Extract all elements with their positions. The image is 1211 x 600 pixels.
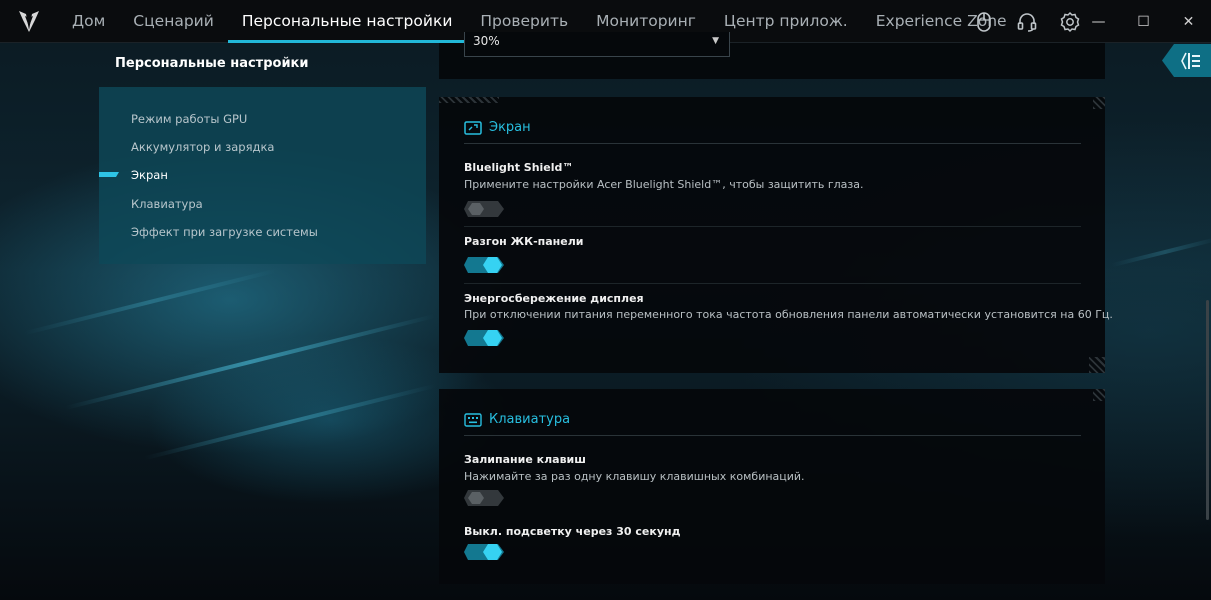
window-controls: — ☐ ✕ [1076, 0, 1211, 43]
decor-corner [1089, 357, 1105, 373]
sidebar-item-boot-effect[interactable]: Эффект при загрузке системы [131, 225, 318, 239]
sticky-keys-toggle[interactable] [464, 490, 504, 506]
lcd-overdrive-title: Разгон ЖК-панели [464, 235, 584, 248]
display-power-saving-toggle[interactable] [464, 330, 504, 346]
sidebar-item-gpu-mode[interactable]: Режим работы GPU [131, 112, 247, 126]
sidebar-menu: Режим работы GPU Аккумулятор и зарядка Э… [99, 87, 426, 264]
tab-app-center[interactable]: Центр прилож. [710, 0, 862, 43]
chevron-down-icon: ▼ [712, 36, 719, 46]
headset-icon[interactable] [1005, 0, 1048, 43]
sidebar-item-battery[interactable]: Аккумулятор и зарядка [131, 140, 274, 154]
sidebar-item-display[interactable]: Экран [131, 168, 168, 182]
sidebar-item-keyboard[interactable]: Клавиатура [131, 197, 203, 211]
predator-logo-icon [0, 0, 58, 43]
active-item-marker [99, 172, 119, 177]
scrollbar[interactable] [1206, 300, 1209, 520]
lcd-overdrive-toggle[interactable] [464, 257, 504, 273]
close-button[interactable]: ✕ [1166, 0, 1211, 43]
sticky-keys-title: Залипание клавиш [464, 453, 586, 466]
top-icons [962, 0, 1091, 43]
decor-hatch [1093, 97, 1105, 109]
row-divider [464, 226, 1081, 227]
maximize-button[interactable]: ☐ [1121, 0, 1166, 43]
keyboard-section-title: Клавиатура [489, 412, 571, 427]
section-divider [464, 143, 1081, 144]
bluelight-shield-toggle[interactable] [464, 201, 504, 217]
display-power-saving-title: Энергосбережение дисплея [464, 292, 644, 305]
tab-personal-settings[interactable]: Персональные настройки [227, 0, 467, 43]
section-divider [464, 435, 1081, 436]
percent-select[interactable]: 30% ▼ [464, 32, 730, 57]
percent-select-value: 30% [473, 34, 500, 48]
display-icon [464, 121, 482, 135]
bluelight-shield-title: Bluelight Shield™ [464, 161, 574, 174]
keyboard-section: Клавиатура Залипание клавиш Нажимайте за… [439, 389, 1105, 584]
bluelight-shield-desc: Примените настройки Acer Bluelight Shiel… [464, 178, 864, 191]
tab-home[interactable]: Дом [58, 0, 119, 43]
tab-scenario[interactable]: Сценарий [119, 0, 228, 43]
mouse-icon[interactable] [962, 0, 1005, 43]
sticky-keys-desc: Нажимайте за раз одну клавишу клавишных … [464, 470, 805, 483]
backlight-off-toggle[interactable] [464, 544, 504, 560]
display-section: Экран Bluelight Shield™ Примените настро… [439, 97, 1113, 373]
sidebar-title: Персональные настройки [115, 56, 309, 71]
panel-list-icon [1180, 52, 1200, 69]
keyboard-icon [464, 413, 482, 427]
backlight-off-title: Выкл. подсветку через 30 секунд [464, 525, 681, 538]
display-section-title: Экран [489, 120, 531, 135]
minimize-button[interactable]: — [1076, 0, 1121, 43]
row-divider [464, 283, 1081, 284]
display-power-saving-desc: При отключении питания переменного тока … [464, 308, 1113, 321]
decor-hatch [1093, 389, 1105, 401]
decor-hatch [439, 97, 499, 103]
